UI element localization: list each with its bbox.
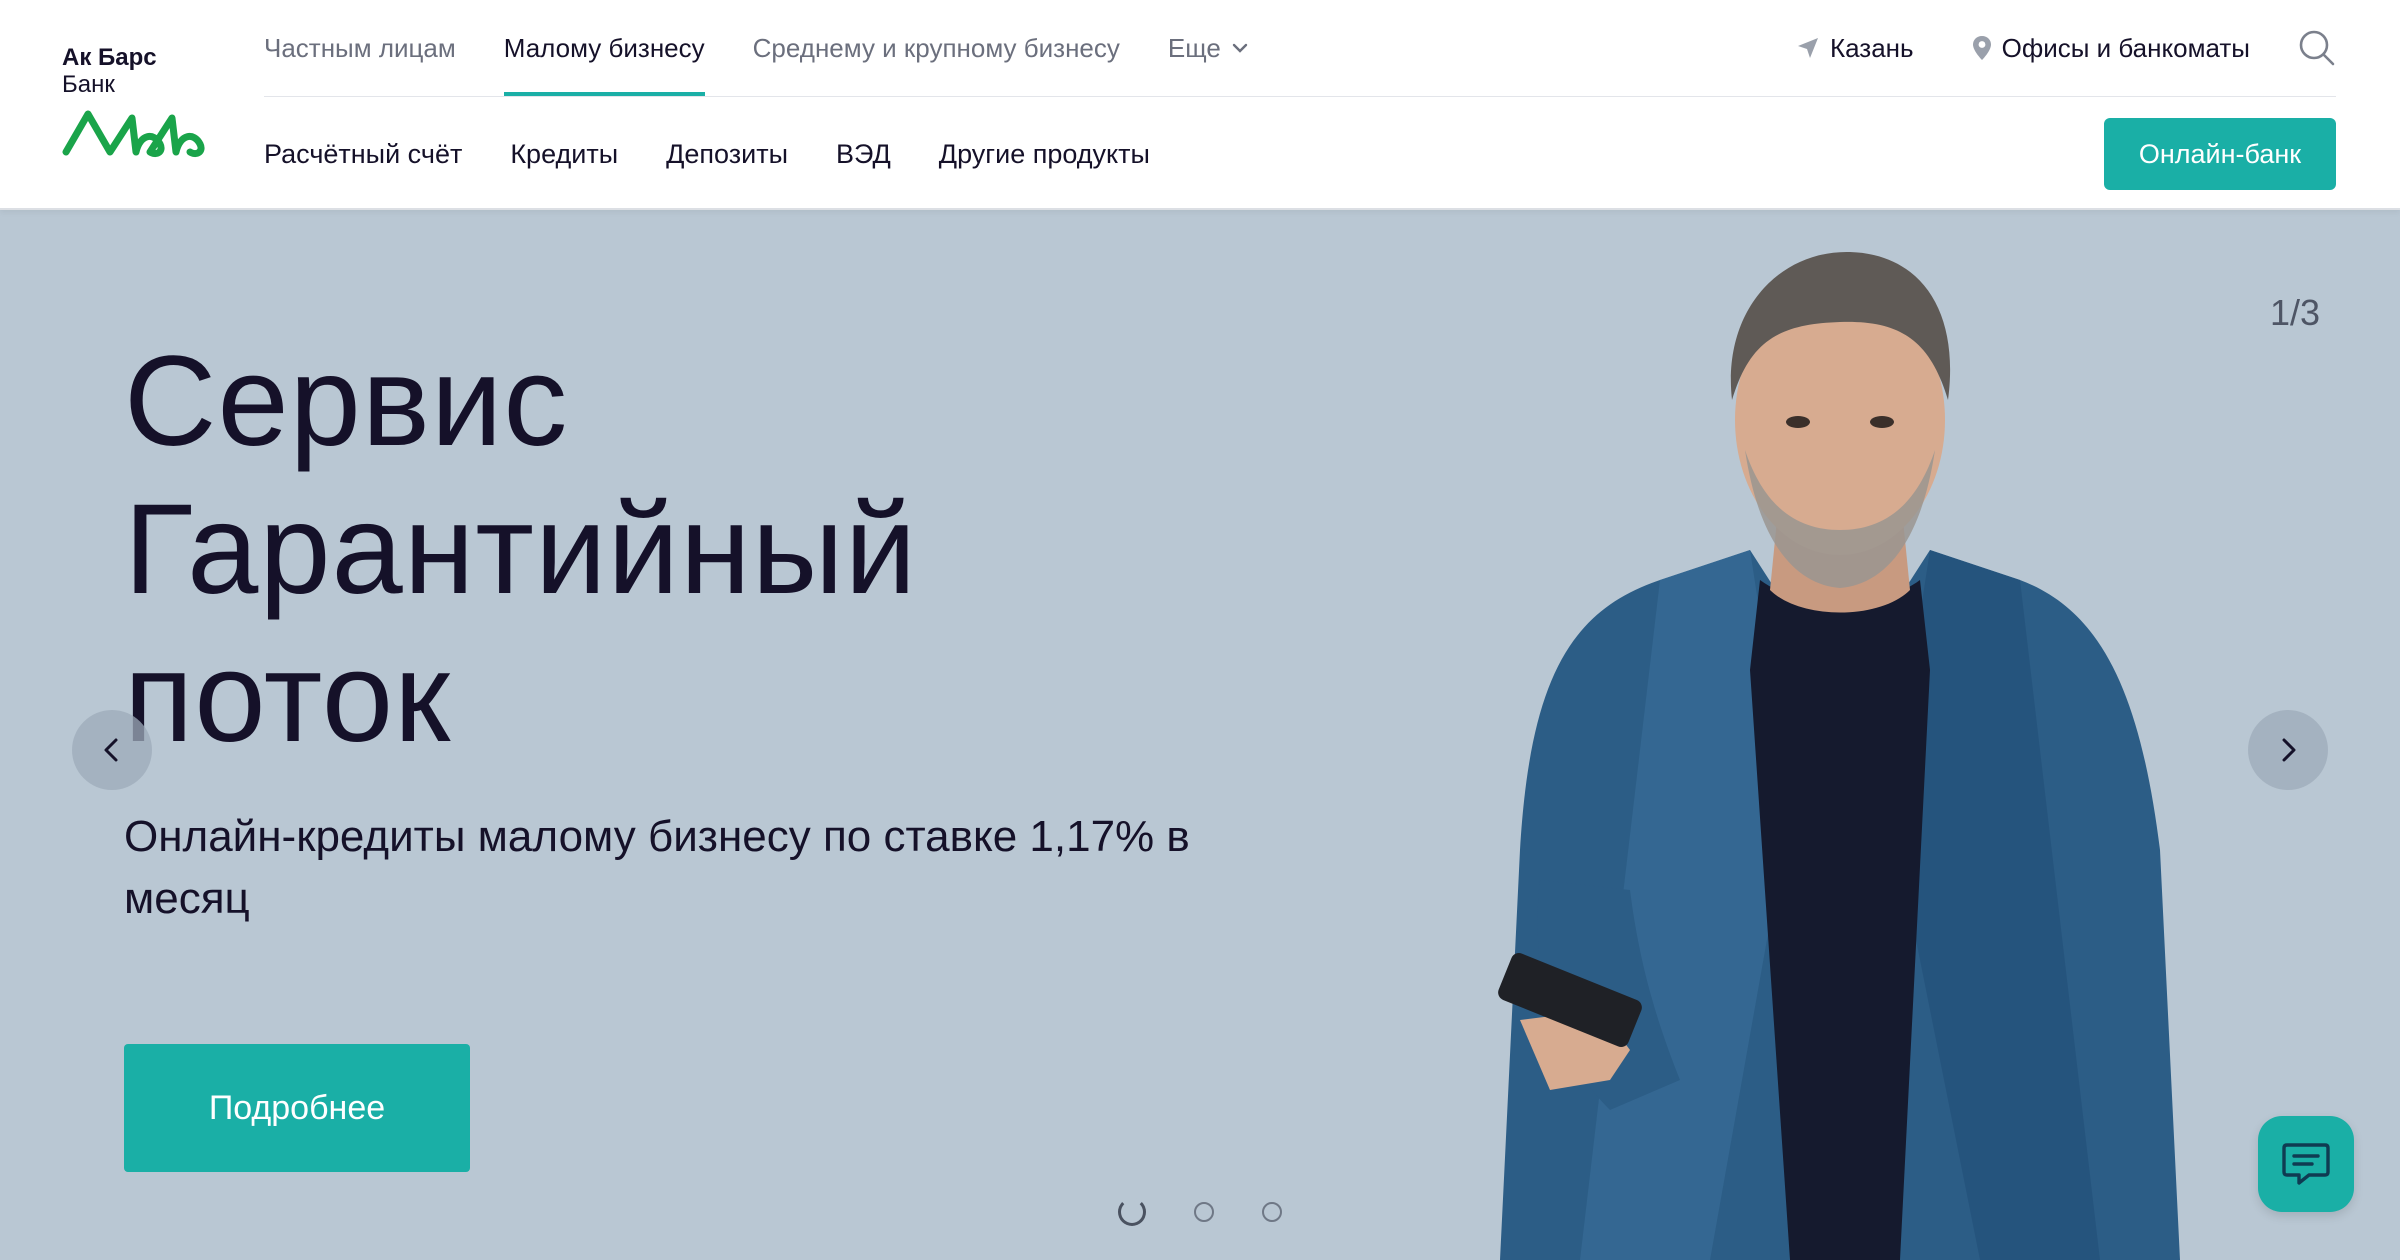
bank-logo[interactable]: Ак Барс Банк bbox=[62, 44, 222, 174]
nav-deposits[interactable]: Депозиты bbox=[666, 139, 788, 170]
offices-atms-link[interactable]: Офисы и банкоматы bbox=[1972, 33, 2250, 64]
nav-label: Еще bbox=[1167, 32, 1221, 63]
slide-dot-3[interactable] bbox=[1262, 1202, 1282, 1222]
nav-settlement-account[interactable]: Расчётный счёт bbox=[264, 139, 462, 170]
nav-loans[interactable]: Кредиты bbox=[510, 139, 618, 170]
nav-private-persons[interactable]: Частным лицам bbox=[264, 0, 456, 96]
city-label: Казань bbox=[1829, 32, 1914, 63]
offices-label: Офисы и банкоматы bbox=[2001, 32, 2250, 63]
nav-other-products[interactable]: Другие продукты bbox=[939, 139, 1150, 170]
slide-pagination bbox=[1118, 1198, 1330, 1226]
search-button[interactable] bbox=[2298, 29, 2336, 67]
nav-label: Частным лицам bbox=[264, 32, 456, 63]
site-header: Ак Барс Банк Частным лицам Малому бизнес… bbox=[0, 0, 2400, 210]
businessman-image bbox=[1498, 251, 2180, 1260]
chat-button[interactable] bbox=[2258, 1116, 2354, 1212]
logo-title: Ак Барс bbox=[62, 44, 157, 71]
slide-dot-2[interactable] bbox=[1194, 1202, 1214, 1222]
online-bank-button[interactable]: Онлайн-банк bbox=[2104, 118, 2336, 190]
product-nav: Расчётный счёт Кредиты Депозиты ВЭД Друг… bbox=[264, 118, 1198, 190]
hero-title: Сервис Гарантийный поток bbox=[124, 330, 918, 769]
slide-dot-1[interactable] bbox=[1118, 1198, 1146, 1226]
nav-divider bbox=[264, 96, 2336, 97]
city-selector[interactable]: Казань bbox=[1796, 33, 1914, 64]
more-details-button[interactable]: Подробнее bbox=[124, 1044, 470, 1172]
map-pin-icon bbox=[1972, 36, 1991, 60]
nav-foreign-trade[interactable]: ВЭД bbox=[836, 139, 891, 170]
hero-subtitle: Онлайн-кредиты малому бизнесу по ставке … bbox=[124, 812, 1190, 923]
search-icon bbox=[2299, 30, 2335, 66]
nav-label: Малому бизнесу bbox=[503, 32, 705, 63]
logo-subtitle: Банк bbox=[62, 71, 115, 98]
chat-icon bbox=[2282, 1143, 2330, 1185]
segment-nav: Частным лицам Малому бизнесу Среднему и … bbox=[264, 0, 1297, 96]
nav-medium-large-business[interactable]: Среднему и крупному бизнесу bbox=[753, 0, 1120, 96]
nav-small-business[interactable]: Малому бизнесу bbox=[503, 0, 705, 96]
location-arrow-icon bbox=[1797, 38, 1818, 58]
header-utility-links: Казань Офисы и банкоматы bbox=[1738, 0, 2336, 96]
slide-counter: 1/3 bbox=[2269, 292, 2320, 333]
chevron-down-icon bbox=[1232, 43, 1248, 53]
chevron-left-icon bbox=[104, 738, 118, 762]
chevron-right-icon bbox=[2282, 738, 2296, 762]
next-slide-button[interactable] bbox=[2248, 710, 2328, 790]
nav-label: Среднему и крупному бизнесу bbox=[752, 32, 1120, 63]
hero-slider: Сервис Гарантийный поток Онлайн-кредиты … bbox=[0, 210, 2400, 1260]
prev-slide-button[interactable] bbox=[72, 710, 152, 790]
nav-more[interactable]: Еще bbox=[1168, 0, 1249, 96]
logo-mark-icon bbox=[62, 110, 205, 158]
